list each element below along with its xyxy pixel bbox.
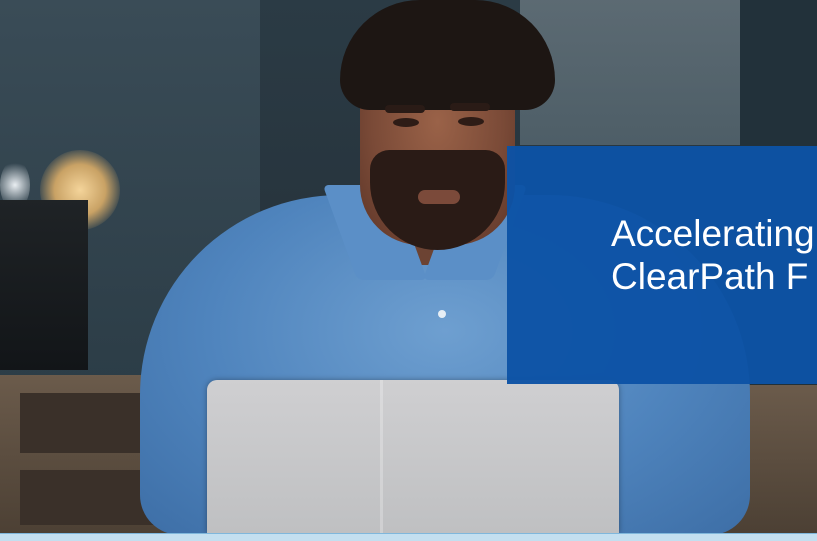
- eye-left: [393, 118, 419, 127]
- laptop: [207, 380, 619, 533]
- shirt-button: [438, 310, 446, 318]
- person-mouth: [418, 190, 460, 204]
- eyebrow-right: [450, 103, 490, 111]
- hero-title: Accelerating ClearPath F: [611, 212, 815, 298]
- hero-title-line-1: Accelerating: [611, 213, 815, 254]
- person-hair: [340, 0, 555, 110]
- background-monitor: [0, 200, 88, 370]
- laptop-highlight: [380, 380, 383, 533]
- hero-title-line-2: ClearPath F: [611, 256, 809, 297]
- eyebrow-left: [385, 105, 425, 113]
- hero-image: Accelerating ClearPath F: [0, 0, 817, 533]
- eye-right: [458, 117, 484, 126]
- background-wall: [740, 0, 817, 150]
- title-panel: Accelerating ClearPath F: [507, 146, 817, 384]
